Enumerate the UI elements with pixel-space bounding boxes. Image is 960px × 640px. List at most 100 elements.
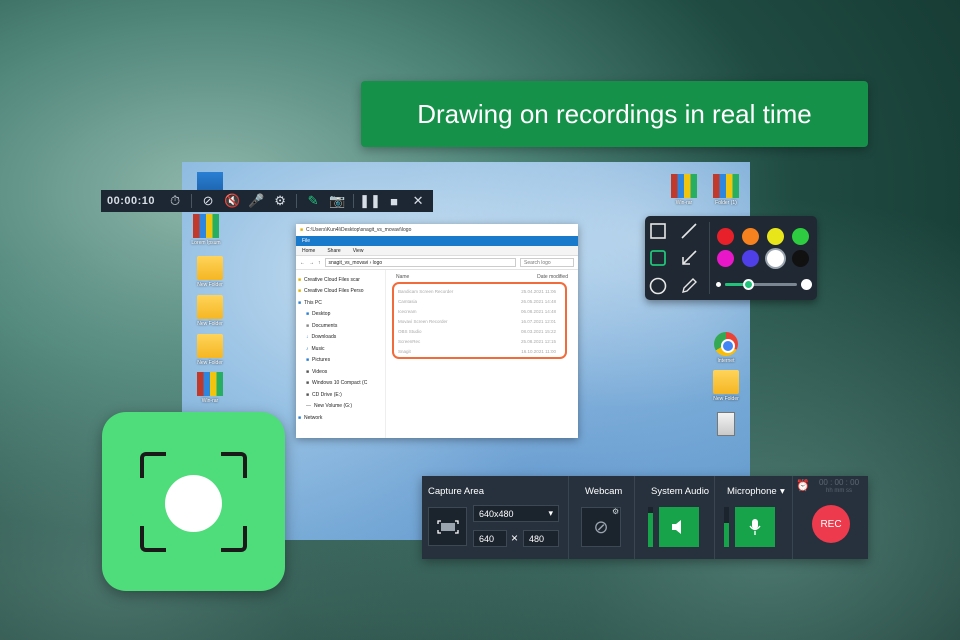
nav-item[interactable]: ■ Desktop <box>298 309 383 321</box>
close-icon[interactable]: ✕ <box>406 190 430 212</box>
separator <box>353 194 355 208</box>
audio-off-icon[interactable]: 🔇 <box>220 190 244 212</box>
color-swatch-black[interactable] <box>792 250 809 267</box>
drawn-highlight-rectangle <box>392 282 567 359</box>
capture-area-button[interactable] <box>428 507 467 546</box>
desktop-icon-folder[interactable]: New Folder <box>704 370 748 402</box>
nav-item[interactable]: ■ This PC <box>298 297 383 309</box>
nav-item[interactable]: ■ Creative Cloud Files Perso <box>298 286 383 298</box>
bracket-top-left <box>140 452 166 478</box>
bracket-top-right <box>221 452 247 478</box>
desktop-icon-lorem[interactable]: Lorem Ipsum <box>184 214 228 246</box>
ellipse-tool-icon[interactable] <box>648 276 668 296</box>
color-swatch-blue[interactable] <box>742 250 759 267</box>
forward-icon[interactable]: → <box>309 260 314 266</box>
explorer-titlebar: ■ C:\Users\Kun4i\Desktop\snagit_vs_movavi… <box>296 224 578 236</box>
color-swatch-red[interactable] <box>717 228 734 245</box>
explorer-ribbon: File <box>296 236 578 246</box>
explorer-title: C:\Users\Kun4i\Desktop\snagit_vs_movavi\… <box>306 227 412 233</box>
folder-archive-icon <box>713 174 739 198</box>
palette-divider <box>709 222 710 294</box>
back-icon[interactable]: ← <box>300 260 305 266</box>
pencil-tool-icon[interactable] <box>679 276 699 296</box>
stop-icon[interactable]: ■ <box>382 190 406 212</box>
webcam-label: Webcam <box>585 486 623 497</box>
large-brush-dot <box>801 279 812 290</box>
desktop-icon-internet[interactable]: Internet <box>704 332 748 364</box>
rounded-rect-tool-icon[interactable] <box>648 248 668 268</box>
tab-file[interactable]: File <box>302 238 310 244</box>
nav-item[interactable]: ■ CD Drive (E:) <box>298 389 383 401</box>
color-swatch-white[interactable] <box>767 250 784 267</box>
nav-item[interactable]: ■ Creative Cloud Files scar <box>298 274 383 286</box>
nav-item[interactable]: ↓ Downloads <box>298 332 383 344</box>
microphone-label: Microphone <box>727 486 777 497</box>
nav-item[interactable]: ■ Documents <box>298 320 383 332</box>
rec-button[interactable]: REC <box>812 505 850 543</box>
nav-item[interactable]: — New Volume (G:) <box>298 401 383 413</box>
speaker-icon[interactable] <box>659 507 699 547</box>
folder-icon <box>197 256 223 280</box>
desktop-icon-folder[interactable]: New Folder <box>188 334 232 366</box>
nav-item[interactable]: ■ Pictures <box>298 355 383 367</box>
webcam-off-icon[interactable]: ⊘ <box>196 190 220 212</box>
nav-item[interactable]: ■ Videos <box>298 366 383 378</box>
record-dot <box>165 475 222 532</box>
line-tool-icon[interactable] <box>679 221 699 241</box>
system-audio-level <box>648 507 653 547</box>
arrow-tool-icon[interactable] <box>679 248 699 268</box>
brush-size-handle[interactable] <box>743 279 754 290</box>
panel-divider <box>714 476 715 559</box>
settings-icon[interactable]: ⚙ <box>268 190 292 212</box>
system-audio-label: System Audio <box>651 486 710 497</box>
color-swatch-green[interactable] <box>792 228 809 245</box>
height-input[interactable]: 480 <box>523 530 559 547</box>
nav-item[interactable]: ■ Windows 10 Compact (C <box>298 378 383 390</box>
search-input[interactable]: Search logo <box>520 258 574 267</box>
desktop-icon-recycle-bin[interactable] <box>704 412 748 438</box>
pencil-icon[interactable]: ✎ <box>301 190 325 212</box>
color-swatch-yellow[interactable] <box>767 228 784 245</box>
mic-icon[interactable]: 🎤 <box>244 190 268 212</box>
promo-banner: Drawing on recordings in real time <box>361 81 868 147</box>
desktop-icon-winrar[interactable]: Win-rar <box>662 174 706 206</box>
tab-share[interactable]: Share <box>327 248 340 254</box>
microphone-level <box>724 507 729 547</box>
nav-item[interactable]: ■ Network <box>298 412 383 424</box>
resolution-select[interactable]: 640x480 ▾ <box>473 505 559 522</box>
separator <box>191 194 193 208</box>
width-input[interactable]: 640 <box>473 530 507 547</box>
alarm-clock-icon[interactable]: ⏰ <box>796 479 810 492</box>
chrome-icon <box>714 332 738 356</box>
microphone-icon[interactable] <box>735 507 775 547</box>
color-swatch-magenta[interactable] <box>717 250 734 267</box>
desktop-icon-folder[interactable]: New Folder <box>188 295 232 327</box>
desktop-icon-winrar[interactable]: Win-rar <box>188 372 232 404</box>
webcam-settings-icon[interactable]: ⚙ <box>612 507 619 516</box>
explorer-tabs: Home Share View <box>296 246 578 256</box>
folder-icon <box>713 370 739 394</box>
winrar-icon <box>671 174 697 198</box>
nav-item[interactable]: ♪ Music <box>298 343 383 355</box>
camera-icon[interactable]: 📷 <box>325 190 349 212</box>
up-icon[interactable]: ↑ <box>318 260 321 266</box>
folder-icon <box>197 295 223 319</box>
panel-divider <box>792 476 793 559</box>
tab-view[interactable]: View <box>353 248 364 254</box>
folder-icon <box>197 334 223 358</box>
recording-time: 00:00:10 <box>107 195 156 207</box>
rectangle-tool-icon[interactable] <box>648 221 668 241</box>
pause-icon[interactable]: ❚❚ <box>358 190 382 212</box>
timer-icon[interactable]: ⏱ <box>163 190 187 212</box>
panel-divider <box>568 476 569 559</box>
address-input[interactable]: snagit_vs_movavi › logo <box>324 258 516 267</box>
timer-value: 00 : 00 : 00 <box>818 478 860 487</box>
times-sign: × <box>511 531 519 545</box>
desktop-icon-folder1[interactable]: Folder (1) <box>704 174 748 206</box>
tab-home[interactable]: Home <box>302 248 315 254</box>
chevron-down-icon[interactable]: ▾ <box>780 486 785 497</box>
desktop-icon-folder[interactable]: New Folder <box>188 256 232 288</box>
bracket-bottom-right <box>221 526 247 552</box>
color-swatch-orange[interactable] <box>742 228 759 245</box>
timer-units: hh mm ss <box>825 488 852 494</box>
